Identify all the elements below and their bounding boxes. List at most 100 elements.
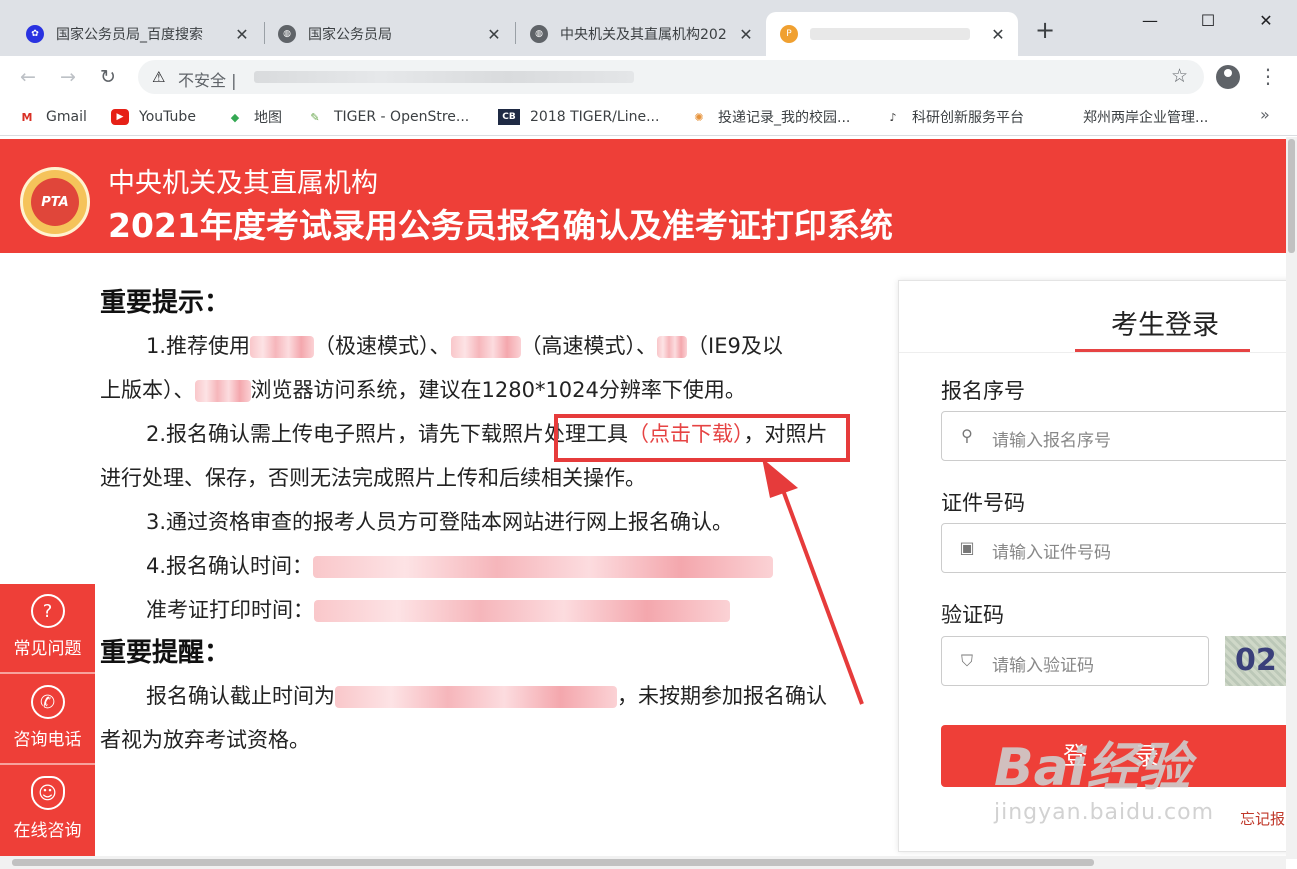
globe-icon: ◍ <box>278 25 296 43</box>
notice-item-1: 1.推荐使用 （极速模式）、 （高速模式）、 （IE9及以 上版本）、 浏览器访问系统，… <box>100 324 840 412</box>
reload-icon[interactable]: ↻ <box>94 63 122 91</box>
bookmarks-more-icon[interactable]: » <box>1260 105 1270 124</box>
deadline-blurred <box>335 686 617 708</box>
bookmark-label: 科研创新服务平台 <box>912 110 1024 126</box>
vertical-scrollbar[interactable] <box>1286 137 1297 859</box>
captcha-placeholder: 请输入验证码 <box>992 656 1094 676</box>
reminder-heading: 重要提醒： <box>100 638 231 668</box>
tab-zhongyang[interactable]: ◍ 中央机关及其直属机构202 ✕ <box>516 12 766 56</box>
browser-name-blurred <box>657 336 688 358</box>
faq-label: 常见问题 <box>13 639 82 659</box>
page-viewport: PTA 中央机关及其直属机构 2021年度考试录用公务员报名确认及准考证打印系统… <box>0 137 1297 869</box>
id-number-input[interactable]: ▣ 请输入证件号码 <box>941 523 1297 573</box>
new-tab-button[interactable]: + <box>1032 18 1058 44</box>
captcha-label: 验证码 <box>941 603 1004 627</box>
notice-item-4: 4.报名确认时间： 准考证打印时间： <box>100 544 840 632</box>
hotline-button[interactable]: ✆ 咨询电话 <box>0 675 95 765</box>
pta-logo: PTA <box>20 167 90 237</box>
bookmark-gmail[interactable]: M Gmail <box>18 107 87 127</box>
baidu-jingyan-watermark: Bai经验 jingyan.baidu.com <box>994 725 1254 845</box>
browser-name-blurred <box>450 336 521 358</box>
horizontal-scrollbar[interactable] <box>0 856 1286 869</box>
bookmark-keyan[interactable]: ♪ 科研创新服务平台 <box>884 107 1024 127</box>
reg-number-placeholder: 请输入报名序号 <box>992 431 1111 451</box>
gmail-icon: M <box>21 110 33 124</box>
id-card-icon: ▣ <box>959 538 975 557</box>
tiger-icon: ✎ <box>310 110 320 124</box>
bookmark-tiger[interactable]: ✎ TIGER - OpenStre... <box>306 107 469 127</box>
online-chat-label: 在线咨询 <box>13 821 82 841</box>
browser-toolbar: ← → ↻ ⚠ 不安全 | ☆ ⋮ <box>0 56 1297 98</box>
security-label: 不安全 | <box>178 71 237 90</box>
bookmark-star-icon[interactable]: ☆ <box>1171 65 1188 87</box>
annotation-arrow-icon <box>762 458 864 705</box>
notice-heading: 重要提示： <box>100 288 231 318</box>
forward-icon[interactable]: → <box>54 63 82 91</box>
close-icon[interactable]: ✕ <box>736 25 756 44</box>
header-title: 2021年度考试录用公务员报名确认及准考证打印系统 <box>108 206 893 245</box>
tab-strip: ✿ 国家公务员局_百度搜索 ✕ ◍ 国家公务员局 ✕ ◍ 中央机关及其直属机构2… <box>0 0 1297 56</box>
flower-icon: ✺ <box>694 110 704 124</box>
bookmark-youtube[interactable]: ▶ YouTube <box>111 107 196 127</box>
close-icon[interactable]: ✕ <box>232 25 252 44</box>
close-icon[interactable]: ✕ <box>484 25 504 44</box>
login-divider <box>899 352 1297 353</box>
login-title[interactable]: 考生登录 <box>1111 303 1219 342</box>
youtube-icon: ▶ <box>111 109 129 125</box>
menu-kebab-icon[interactable]: ⋮ <box>1258 62 1278 92</box>
window-close-icon[interactable]: ✕ <box>1246 6 1286 34</box>
item3-text: 3.通过资格审查的报考人员方可登陆本网站进行网上报名确认。 <box>146 510 734 534</box>
item1-text-e: 上版本）、 <box>100 378 195 402</box>
bookmark-label: TIGER - OpenStre... <box>334 109 470 125</box>
back-icon[interactable]: ← <box>14 63 42 91</box>
profile-avatar-icon[interactable] <box>1216 65 1240 89</box>
tab-active[interactable]: P ✕ <box>766 12 1018 56</box>
bookmark-toudi[interactable]: ✺ 投递记录_我的校园... <box>690 107 850 127</box>
confirm-time-label: 4.报名确认时间： <box>146 554 314 578</box>
reminder-text-a: 报名确认截止时间为 <box>146 684 335 708</box>
tab-title: 中央机关及其直属机构202 <box>560 27 727 43</box>
bookmark-maps[interactable]: ◆ 地图 <box>226 107 282 127</box>
tab-title-blurred <box>810 26 988 42</box>
phone-icon: ✆ <box>30 685 65 719</box>
address-bar[interactable]: ⚠ 不安全 | ☆ <box>138 60 1204 94</box>
notice-item-3: 3.通过资格审查的报考人员方可登陆本网站进行网上报名确认。 <box>100 500 840 544</box>
item1-text-f: 浏览器访问系统，建议在1280*1024分辨率下使用。 <box>250 378 746 402</box>
scroll-thumb[interactable] <box>1288 139 1295 253</box>
headset-icon: ☺ <box>30 776 65 810</box>
notice-content: 重要提示： 1.推荐使用 （极速模式）、 （高速模式）、 （IE9及以 上版本）、 浏览… <box>100 282 840 762</box>
close-icon[interactable]: ✕ <box>988 25 1008 44</box>
warning-icon: ⚠ <box>152 68 166 86</box>
globe-icon: ◍ <box>530 25 548 43</box>
header-subtitle: 中央机关及其直属机构 <box>108 168 378 199</box>
browser-name-blurred <box>250 336 315 358</box>
captcha-input[interactable]: ⛉ 请输入验证码 <box>941 636 1209 686</box>
watermark-brand: Bai经验 <box>994 738 1191 798</box>
bookmark-label: 郑州两岸企业管理... <box>1083 110 1209 126</box>
tab-baidu-search[interactable]: ✿ 国家公务员局_百度搜索 ✕ <box>12 12 262 56</box>
hotline-label: 咨询电话 <box>13 730 82 750</box>
maximize-icon[interactable]: ☐ <box>1188 6 1228 34</box>
tab-gjgwyj[interactable]: ◍ 国家公务员局 ✕ <box>264 12 514 56</box>
online-chat-button[interactable]: ☺ 在线咨询 <box>0 766 95 856</box>
url-blurred <box>254 71 634 83</box>
site-header: PTA 中央机关及其直属机构 2021年度考试录用公务员报名确认及准考证打印系统 <box>0 139 1286 253</box>
bookmark-label: 2018 TIGER/Line... <box>530 109 660 125</box>
id-number-label: 证件号码 <box>941 491 1025 515</box>
bookmark-zhengzhou[interactable]: 郑州两岸企业管理... <box>1083 107 1208 127</box>
tab-title: 国家公务员局_百度搜索 <box>56 27 203 43</box>
maps-icon: ◆ <box>230 110 240 124</box>
bookmark-label: YouTube <box>139 109 196 125</box>
item1-text-a: 1.推荐使用 <box>146 334 251 358</box>
item1-text-b: （极速模式）、 <box>314 334 451 358</box>
bookmark-tiger-line[interactable]: CB 2018 TIGER/Line... <box>498 107 659 127</box>
item1-text-d: （IE9及以 <box>687 334 783 358</box>
reg-number-input[interactable]: ⚲ 请输入报名序号 <box>941 411 1297 461</box>
scroll-thumb[interactable] <box>12 859 1094 866</box>
bookmarks-bar: M Gmail ▶ YouTube ◆ 地图 ✎ TIGER - OpenStr… <box>0 98 1297 136</box>
bookmark-label: 地图 <box>254 110 282 126</box>
minimize-icon[interactable]: — <box>1130 6 1170 34</box>
cb-icon: CB <box>498 109 520 125</box>
faq-button[interactable]: ? 常见问题 <box>0 584 95 674</box>
side-float-menu: ? 常见问题 ✆ 咨询电话 ☺ 在线咨询 <box>0 584 95 856</box>
